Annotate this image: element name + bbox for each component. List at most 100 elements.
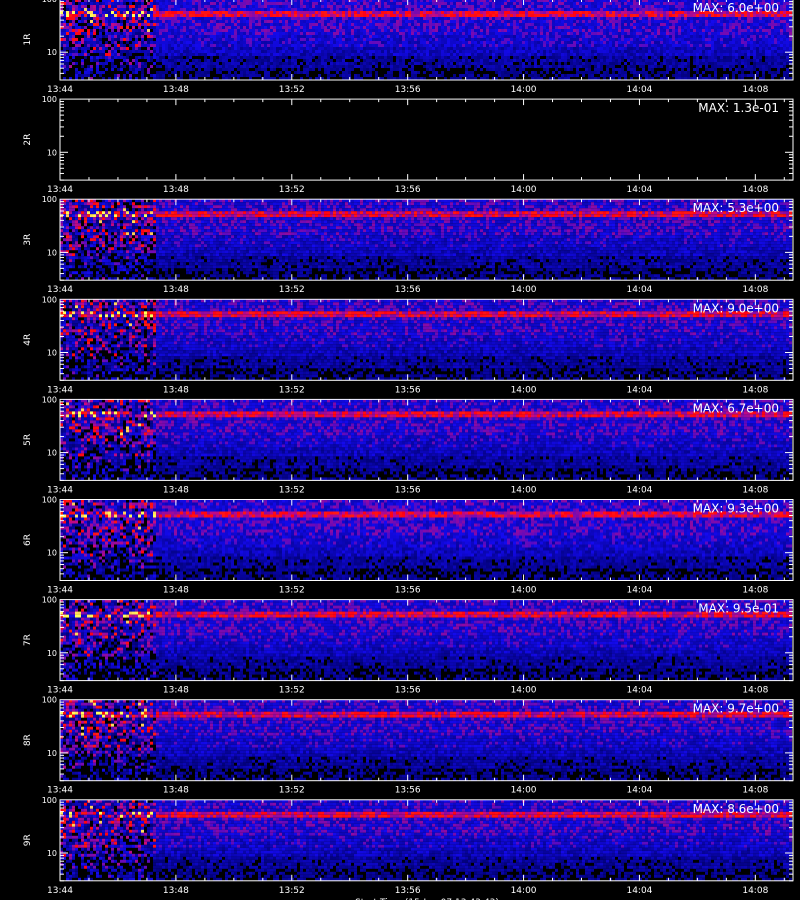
- panel-label: 3R: [23, 234, 33, 246]
- x-tick-label: 13:44: [47, 285, 73, 295]
- y-tick-label: 10: [47, 48, 57, 57]
- panel-6R: 100106R13:44 13:48 13:52 13:56 14:00 14:04 14:…: [23, 496, 793, 596]
- max-label: MAX: 9.3e+00: [693, 502, 779, 516]
- y-tick-label: 100: [42, 395, 57, 404]
- max-label: MAX: 1.3e-01: [698, 101, 779, 115]
- y-tick-label: 100: [42, 195, 57, 204]
- x-tick-label: 13:52: [279, 586, 305, 596]
- x-tick-label: 14:04: [626, 786, 652, 796]
- x-tick-label: 13:56: [395, 385, 421, 395]
- panel-label: 8R: [23, 734, 33, 746]
- x-tick-label: 13:56: [395, 786, 421, 796]
- y-tick-label: 10: [47, 148, 57, 157]
- panel-5R: 100105R13:44 13:48 13:52 13:56 14:00 14:04 14:…: [23, 395, 793, 495]
- heatmap-cells: [60, 0, 792, 80]
- x-tick-label: 14:00: [511, 285, 537, 295]
- panel-8R: 100108R13:44 13:48 13:52 13:56 14:00 14:04 14:…: [23, 696, 793, 796]
- max-label: MAX: 6.0e+00: [693, 1, 779, 15]
- x-tick-label: 13:44: [47, 686, 73, 696]
- y-tick-label: 100: [42, 496, 57, 505]
- x-tick-label: 13:48: [163, 485, 189, 495]
- x-tick-label: 14:00: [511, 686, 537, 696]
- panel-2R: 100102R13:44 13:48 13:52 13:56 14:00 14:04 14:…: [23, 95, 793, 195]
- x-tick-label: 14:08: [742, 886, 768, 896]
- y-tick-label: 100: [42, 0, 57, 4]
- x-tick-label: 14:08: [742, 85, 768, 95]
- y-tick-label: 10: [47, 449, 57, 458]
- x-tick-label: 14:08: [742, 686, 768, 696]
- x-tick-label: 14:00: [511, 786, 537, 796]
- x-tick-label: 13:48: [163, 385, 189, 395]
- x-tick-label: 13:56: [395, 285, 421, 295]
- heatmap-cells: [60, 199, 792, 280]
- heatmap-cells: [60, 500, 792, 581]
- x-tick-label: 13:48: [163, 285, 189, 295]
- x-tick-label: 13:48: [163, 586, 189, 596]
- x-tick-label: 14:00: [511, 886, 537, 896]
- x-tick-label: 13:52: [279, 686, 305, 696]
- panel-label: 6R: [23, 534, 33, 546]
- heatmap-cells: [60, 800, 792, 881]
- x-tick-label: 13:56: [395, 586, 421, 596]
- y-tick-label: 100: [42, 596, 57, 605]
- x-tick-label: 13:52: [279, 485, 305, 495]
- x-tick-label: 14:00: [511, 185, 537, 195]
- x-tick-label: 14:00: [511, 485, 537, 495]
- x-tick-label: 14:04: [626, 285, 652, 295]
- x-tick-label: 13:56: [395, 886, 421, 896]
- x-tick-label: 13:48: [163, 686, 189, 696]
- panel-label: 4R: [23, 334, 33, 346]
- x-tick-label: 14:00: [511, 85, 537, 95]
- panel-label: 2R: [23, 134, 33, 146]
- y-tick-label: 10: [47, 348, 57, 357]
- x-tick-label: 13:52: [279, 85, 305, 95]
- x-tick-label: 14:08: [742, 285, 768, 295]
- x-tick-label: 14:04: [626, 586, 652, 596]
- heatmap-cells: [60, 700, 792, 781]
- x-tick-label: 14:00: [511, 385, 537, 395]
- x-tick-label: 13:48: [163, 786, 189, 796]
- heatmap-cells: [60, 600, 792, 681]
- max-label: MAX: 8.6e+00: [693, 802, 779, 816]
- spectrogram-stack: 100 10 1R 13:44 13:48 13:52 13:56 14:00 14:04 14:…: [0, 0, 800, 900]
- x-tick-label: 13:52: [279, 285, 305, 295]
- panel-9R: 100109R13:44 13:48 13:52 13:56 14:00 14:04 14:…: [23, 796, 793, 896]
- y-tick-label: 10: [47, 649, 57, 658]
- x-tick-label: 14:04: [626, 185, 652, 195]
- x-tick-label: 13:52: [279, 385, 305, 395]
- x-tick-label: 13:56: [395, 85, 421, 95]
- panel-label: 5R: [23, 434, 33, 446]
- x-tick-label: 13:44: [47, 586, 73, 596]
- max-label: MAX: 9.7e+00: [693, 702, 779, 716]
- x-tick-label: 14:04: [626, 85, 652, 95]
- x-tick-label: 13:44: [47, 886, 73, 896]
- panel-1R: 100101R13:4413:4813:5213:5614:0014:0414:…: [23, 0, 793, 95]
- panel-label: 9R: [23, 834, 33, 846]
- max-label: MAX: 9.0e+00: [693, 301, 779, 315]
- x-tick-label: 13:56: [395, 485, 421, 495]
- x-tick-label: 13:56: [395, 185, 421, 195]
- x-tick-label: 13:44: [47, 185, 73, 195]
- y-tick-label: 100: [42, 295, 57, 304]
- x-tick-label: 13:44: [47, 85, 73, 95]
- x-tick-label: 13:44: [47, 385, 73, 395]
- x-tick-label: 14:04: [626, 385, 652, 395]
- x-tick-label: 13:44: [47, 485, 73, 495]
- y-tick-label: 10: [47, 549, 57, 558]
- panel-4R: 100 10 4R 13:44 13:48 13:52 13:56 14:00 14:04 14:…: [23, 295, 793, 395]
- panel-3R: 100103R13:44 13:48 13:52 13:56 14:00 14:04 14:…: [23, 195, 793, 295]
- y-tick-label: 100: [42, 95, 57, 104]
- y-tick-label: 100: [42, 796, 57, 805]
- x-tick-label: 13:52: [279, 886, 305, 896]
- y-tick-label: 10: [47, 749, 57, 758]
- x-tick-label: 13:48: [163, 886, 189, 896]
- x-tick-label: 14:08: [742, 586, 768, 596]
- panel-label: 1R: [23, 34, 33, 46]
- panel-label: 7R: [23, 634, 33, 646]
- x-tick-label: 14:08: [742, 786, 768, 796]
- x-tick-label: 13:52: [279, 185, 305, 195]
- x-tick-label: 14:08: [742, 385, 768, 395]
- max-label: MAX: 9.5e-01: [698, 602, 779, 616]
- panel-7R: 100107R13:44 13:48 13:52 13:56 14:00 14:04 14:…: [23, 596, 793, 696]
- x-tick-label: 14:04: [626, 485, 652, 495]
